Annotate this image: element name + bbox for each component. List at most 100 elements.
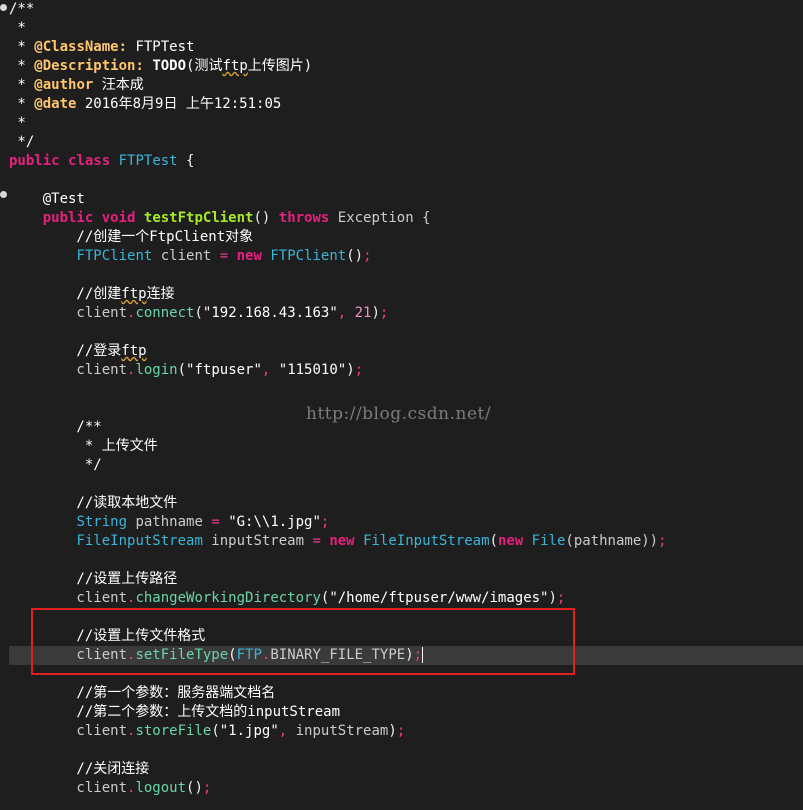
code-token: changeWorkingDirectory (135, 590, 321, 606)
code-line[interactable]: * 上传文件 (9, 437, 803, 456)
code-line[interactable] (9, 323, 803, 342)
code-line[interactable]: */ (9, 456, 803, 475)
code-token: * (9, 115, 26, 131)
code-token: //第一个参数：服务器端文档名 (9, 685, 276, 701)
code-token: @date (34, 96, 77, 112)
code-line[interactable]: //设置上传路径 (9, 570, 803, 589)
text-caret (422, 647, 424, 663)
code-token: //设置上传文件格式 (9, 628, 206, 644)
code-line[interactable]: FTPClient client = new FTPClient(); (9, 247, 803, 266)
code-token: * (9, 77, 35, 93)
code-line[interactable]: public void testFtpClient() throws Excep… (9, 209, 803, 228)
code-token: ; (379, 305, 389, 321)
code-token: @Description: (34, 58, 144, 74)
code-line[interactable]: //第二个参数：上传文档的inputStream (9, 703, 803, 722)
code-line[interactable]: * @date 2016年8月9日 上午12:51:05 (9, 95, 803, 114)
code-token: @author (34, 77, 94, 93)
code-line[interactable] (9, 475, 803, 494)
code-line[interactable]: * (9, 114, 803, 133)
code-line[interactable]: //关闭连接 (9, 760, 803, 779)
code-token: ftp (121, 286, 147, 302)
code-line[interactable] (9, 665, 803, 684)
code-token: FTPClient (76, 248, 153, 264)
code-line[interactable]: public class FTPTest { (9, 152, 803, 171)
code-line[interactable]: //设置上传文件格式 (9, 627, 803, 646)
code-token: //登录 (9, 343, 122, 359)
code-line[interactable] (9, 380, 803, 399)
code-token: ( (211, 723, 220, 739)
code-line[interactable]: @Test (9, 190, 803, 209)
code-line[interactable]: client.changeWorkingDirectory("/home/ftp… (9, 589, 803, 608)
code-token: ; (320, 514, 330, 530)
code-token: = (312, 533, 321, 549)
code-line[interactable]: //读取本地文件 (9, 494, 803, 513)
code-line[interactable] (9, 741, 803, 760)
code-token: new (497, 533, 524, 549)
code-token: client (9, 305, 128, 321)
code-token: ) (388, 723, 397, 739)
fold-toggle-icon[interactable] (0, 191, 7, 198)
watermark-text: http://blog.csdn.net/ (306, 404, 492, 424)
code-line[interactable] (9, 608, 803, 627)
code-token: FTPTest (127, 39, 195, 55)
code-line[interactable]: String pathname = "G:\\1.jpg"; (9, 513, 803, 532)
code-line[interactable] (9, 171, 803, 190)
code-token: ; (556, 590, 566, 606)
code-token: (测试 (186, 58, 223, 74)
code-token: public (42, 210, 94, 226)
code-token: client (9, 590, 128, 606)
code-token: "115010" (278, 362, 347, 378)
fold-toggle-icon[interactable] (0, 4, 7, 11)
code-token: setFileType (135, 647, 229, 663)
code-token: = (211, 514, 220, 530)
code-token: testFtpClient (143, 210, 254, 226)
code-token: //读取本地文件 (9, 495, 178, 511)
code-line[interactable]: client.setFileType(FTP.BINARY_FILE_TYPE)… (9, 646, 803, 665)
code-token: 连接 (146, 286, 175, 302)
code-line[interactable]: FileInputStream inputStream = new FileIn… (9, 532, 803, 551)
code-line[interactable]: client.storeFile("1.jpg", inputStream); (9, 722, 803, 741)
code-token: ; (396, 723, 406, 739)
code-line[interactable]: //登录ftp (9, 342, 803, 361)
code-token: logout (135, 780, 187, 796)
code-line[interactable]: client.login("ftpuser", "115010"); (9, 361, 803, 380)
code-token: /** (9, 1, 35, 17)
code-line[interactable]: client.logout(); (9, 779, 803, 798)
code-token: new (236, 248, 262, 264)
code-line[interactable] (9, 551, 803, 570)
code-token: FTPClient (270, 248, 347, 264)
code-token: ) (405, 647, 414, 663)
code-token: () (253, 210, 279, 226)
code-token: ; (413, 647, 423, 663)
code-line[interactable]: */ (9, 133, 803, 152)
code-line[interactable]: * @ClassName: FTPTest (9, 38, 803, 57)
code-line[interactable]: * @author 汪本成 (9, 76, 803, 95)
code-line[interactable]: /** (9, 0, 803, 19)
code-token: //创建 (9, 286, 122, 302)
code-token: ( (194, 305, 203, 321)
code-line[interactable]: //创建一个FtpClient对象 (9, 228, 803, 247)
code-editor[interactable]: /** * * @ClassName: FTPTest * @Descripti… (0, 0, 803, 810)
editor-gutter (0, 0, 9, 810)
code-line[interactable]: * (9, 19, 803, 38)
code-token: connect (135, 305, 195, 321)
code-line[interactable]: //创建ftp连接 (9, 285, 803, 304)
code-line[interactable] (9, 266, 803, 285)
code-token: * (9, 20, 26, 36)
code-token: FileInputStream (76, 533, 203, 549)
code-line[interactable]: * @Description: TODO(测试ftp上传图片) (9, 57, 803, 76)
code-token: ; (354, 362, 364, 378)
code-token: String (76, 514, 128, 530)
code-line[interactable]: client.connect("192.168.43.163", 21); (9, 304, 803, 323)
code-line[interactable]: //第一个参数：服务器端文档名 (9, 684, 803, 703)
